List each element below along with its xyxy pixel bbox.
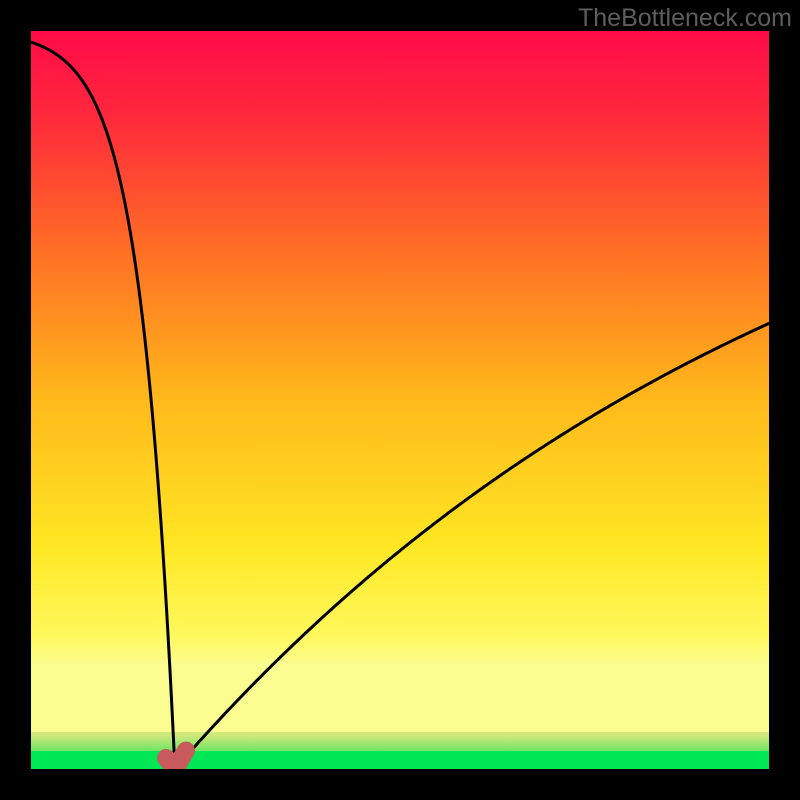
curve-layer (31, 31, 769, 769)
minimum-marker (166, 751, 186, 769)
bottleneck-curve (32, 42, 769, 769)
watermark-text: TheBottleneck.com (578, 4, 792, 33)
plot-area (31, 31, 769, 769)
chart-frame: TheBottleneck.com (0, 0, 800, 800)
